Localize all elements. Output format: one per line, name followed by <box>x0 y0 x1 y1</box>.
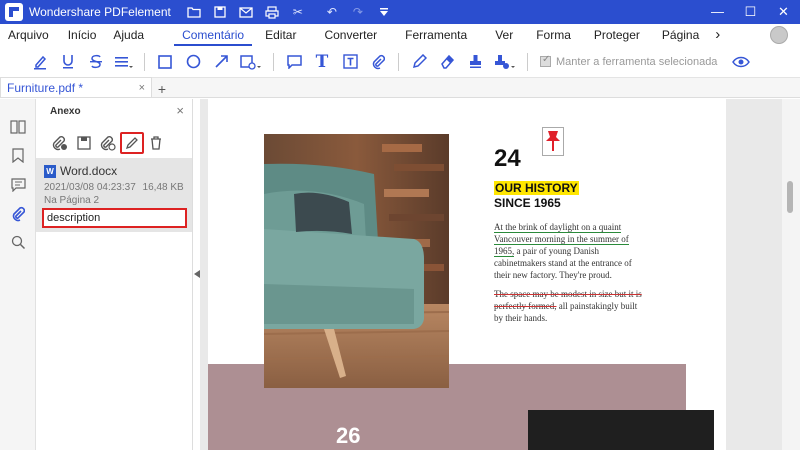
menu-ferramenta[interactable]: Ferramenta <box>397 24 475 46</box>
menu-pagina[interactable]: Página <box>654 24 707 46</box>
menu-converter[interactable]: Converter <box>316 24 385 46</box>
comment-toolbar: T Manter a ferramenta selecionada <box>0 46 800 78</box>
document-viewer: 26 24 OUR HISTORY SINCE 1965 At the brin… <box>200 99 782 450</box>
maximize-icon[interactable]: ☐ <box>734 4 767 20</box>
pdf-page: 26 24 OUR HISTORY SINCE 1965 At the brin… <box>208 99 726 450</box>
checkbox-box[interactable] <box>540 54 551 67</box>
print-icon[interactable] <box>265 5 279 19</box>
delete-attachment-icon[interactable] <box>144 132 168 154</box>
menu-ver[interactable]: Ver <box>487 24 521 46</box>
tab-close-icon[interactable]: × <box>139 82 145 94</box>
folder-icon[interactable] <box>187 5 201 19</box>
toolbar-divider <box>527 52 528 71</box>
since-heading: SINCE 1965 <box>494 196 561 210</box>
menu-inicio[interactable]: Início <box>60 24 105 46</box>
app-logo <box>5 3 23 21</box>
title-bar: Wondershare PDFelement ✂ ↶ ↷ — ☐ ✕ <box>0 0 800 24</box>
paragraph-1: At the brink of daylight on a quaint Van… <box>494 221 644 281</box>
tab-label: Furniture.pdf * <box>7 80 84 95</box>
quick-access-dropdown-icon[interactable] <box>377 5 391 19</box>
text-markup-dropdown-icon[interactable] <box>110 48 138 76</box>
panel-title: Anexo <box>50 106 81 117</box>
shape-dropdown-icon[interactable] <box>235 48 267 76</box>
dark-image-block <box>528 410 714 450</box>
rectangle-icon[interactable] <box>151 48 179 76</box>
bookmark-icon[interactable] <box>0 141 36 170</box>
app-title: Wondershare PDFelement <box>29 5 171 19</box>
menu-editar[interactable]: Editar <box>257 24 304 46</box>
menu-proteger[interactable]: Proteger <box>586 24 648 46</box>
save-attachment-icon[interactable] <box>72 132 96 154</box>
undo-icon[interactable]: ↶ <box>325 5 339 19</box>
menu-bar: Arquivo Início Ajuda Comentário Editar C… <box>0 24 800 46</box>
page-number-24: 24 <box>494 145 521 172</box>
panel-close-icon[interactable]: × <box>176 103 184 118</box>
attachment-size: 16,48 KB <box>142 182 184 193</box>
menu-comentario[interactable]: Comentário <box>174 24 253 46</box>
sticky-note-icon[interactable] <box>280 48 308 76</box>
add-attachment-icon[interactable] <box>48 132 72 154</box>
pushpin-icon[interactable] <box>542 127 564 156</box>
paragraph-2: The space may be modest in size but it i… <box>494 288 644 324</box>
attachment-date: 2021/03/08 04:23:37 <box>44 182 136 193</box>
comments-icon[interactable] <box>0 170 36 199</box>
user-avatar[interactable] <box>770 26 788 44</box>
attachments-icon[interactable] <box>0 199 36 228</box>
minimize-icon[interactable]: — <box>701 4 734 20</box>
arrow-icon[interactable] <box>207 48 235 76</box>
attachment-tool-icon[interactable] <box>364 48 392 76</box>
tab-furniture-pdf[interactable]: Furniture.pdf * × <box>0 77 152 97</box>
add-tab-icon[interactable]: + <box>152 81 172 97</box>
left-icon-rail <box>0 99 36 450</box>
menu-forma[interactable]: Forma <box>528 24 579 46</box>
history-heading: OUR HISTORY <box>494 181 579 195</box>
menu-arquivo[interactable]: Arquivo <box>0 24 57 46</box>
document-tab-bar: Furniture.pdf * × + <box>0 77 800 98</box>
mail-icon[interactable] <box>239 5 253 19</box>
highlight-icon[interactable] <box>26 48 54 76</box>
save-icon[interactable] <box>213 5 227 19</box>
attach-file-icon[interactable] <box>96 132 120 154</box>
stamp-icon[interactable] <box>461 48 489 76</box>
description-input[interactable] <box>42 208 187 228</box>
pencil-icon[interactable] <box>405 48 433 76</box>
toolbar-divider <box>144 52 145 71</box>
eraser-icon[interactable] <box>433 48 461 76</box>
word-file-icon: W <box>44 164 56 178</box>
page-number-26: 26 <box>336 423 361 448</box>
strikethrough-icon[interactable] <box>82 48 110 76</box>
eye-icon[interactable] <box>727 48 755 76</box>
oval-icon[interactable] <box>179 48 207 76</box>
toolbar-divider <box>273 52 274 71</box>
scrollbar-thumb[interactable] <box>787 181 793 213</box>
attachment-page: Na Página 2 <box>44 195 100 206</box>
thumbnails-icon[interactable] <box>0 112 36 141</box>
text-box-icon[interactable] <box>336 48 364 76</box>
panel-toolbar <box>48 132 168 154</box>
typewriter-icon[interactable]: T <box>308 48 336 76</box>
paragraph-1-rest: a pair of young Danish cabinetmakers sta… <box>494 246 632 280</box>
search-icon[interactable] <box>0 228 36 257</box>
edit-description-icon[interactable] <box>120 132 144 154</box>
underline-icon[interactable] <box>54 48 82 76</box>
keep-tool-label: Manter a ferramenta selecionada <box>556 55 718 68</box>
attachment-name: Word.docx <box>60 164 118 178</box>
close-icon[interactable]: ✕ <box>767 4 800 20</box>
attachment-item[interactable]: W Word.docx 2021/03/08 04:23:37 16,48 KB… <box>36 158 192 232</box>
chair-photo <box>264 134 449 388</box>
attachment-meta: 2021/03/08 04:23:37 16,48 KB <box>44 182 184 193</box>
redo-icon[interactable]: ↷ <box>351 5 365 19</box>
scissors-icon[interactable]: ✂ <box>291 5 305 19</box>
stamp-dropdown-icon[interactable] <box>489 48 521 76</box>
keep-tool-selected-checkbox[interactable]: Manter a ferramenta selecionada <box>540 54 718 68</box>
attachment-panel: Anexo × W Word.docx 2021/03/08 04:23:37 … <box>36 99 193 450</box>
attachment-name-row: W Word.docx <box>44 164 117 178</box>
toolbar-divider <box>398 52 399 71</box>
menu-ajuda[interactable]: Ajuda <box>105 24 152 46</box>
menu-more-chevron-icon[interactable]: › <box>707 24 728 46</box>
vertical-scrollbar[interactable] <box>782 99 800 450</box>
